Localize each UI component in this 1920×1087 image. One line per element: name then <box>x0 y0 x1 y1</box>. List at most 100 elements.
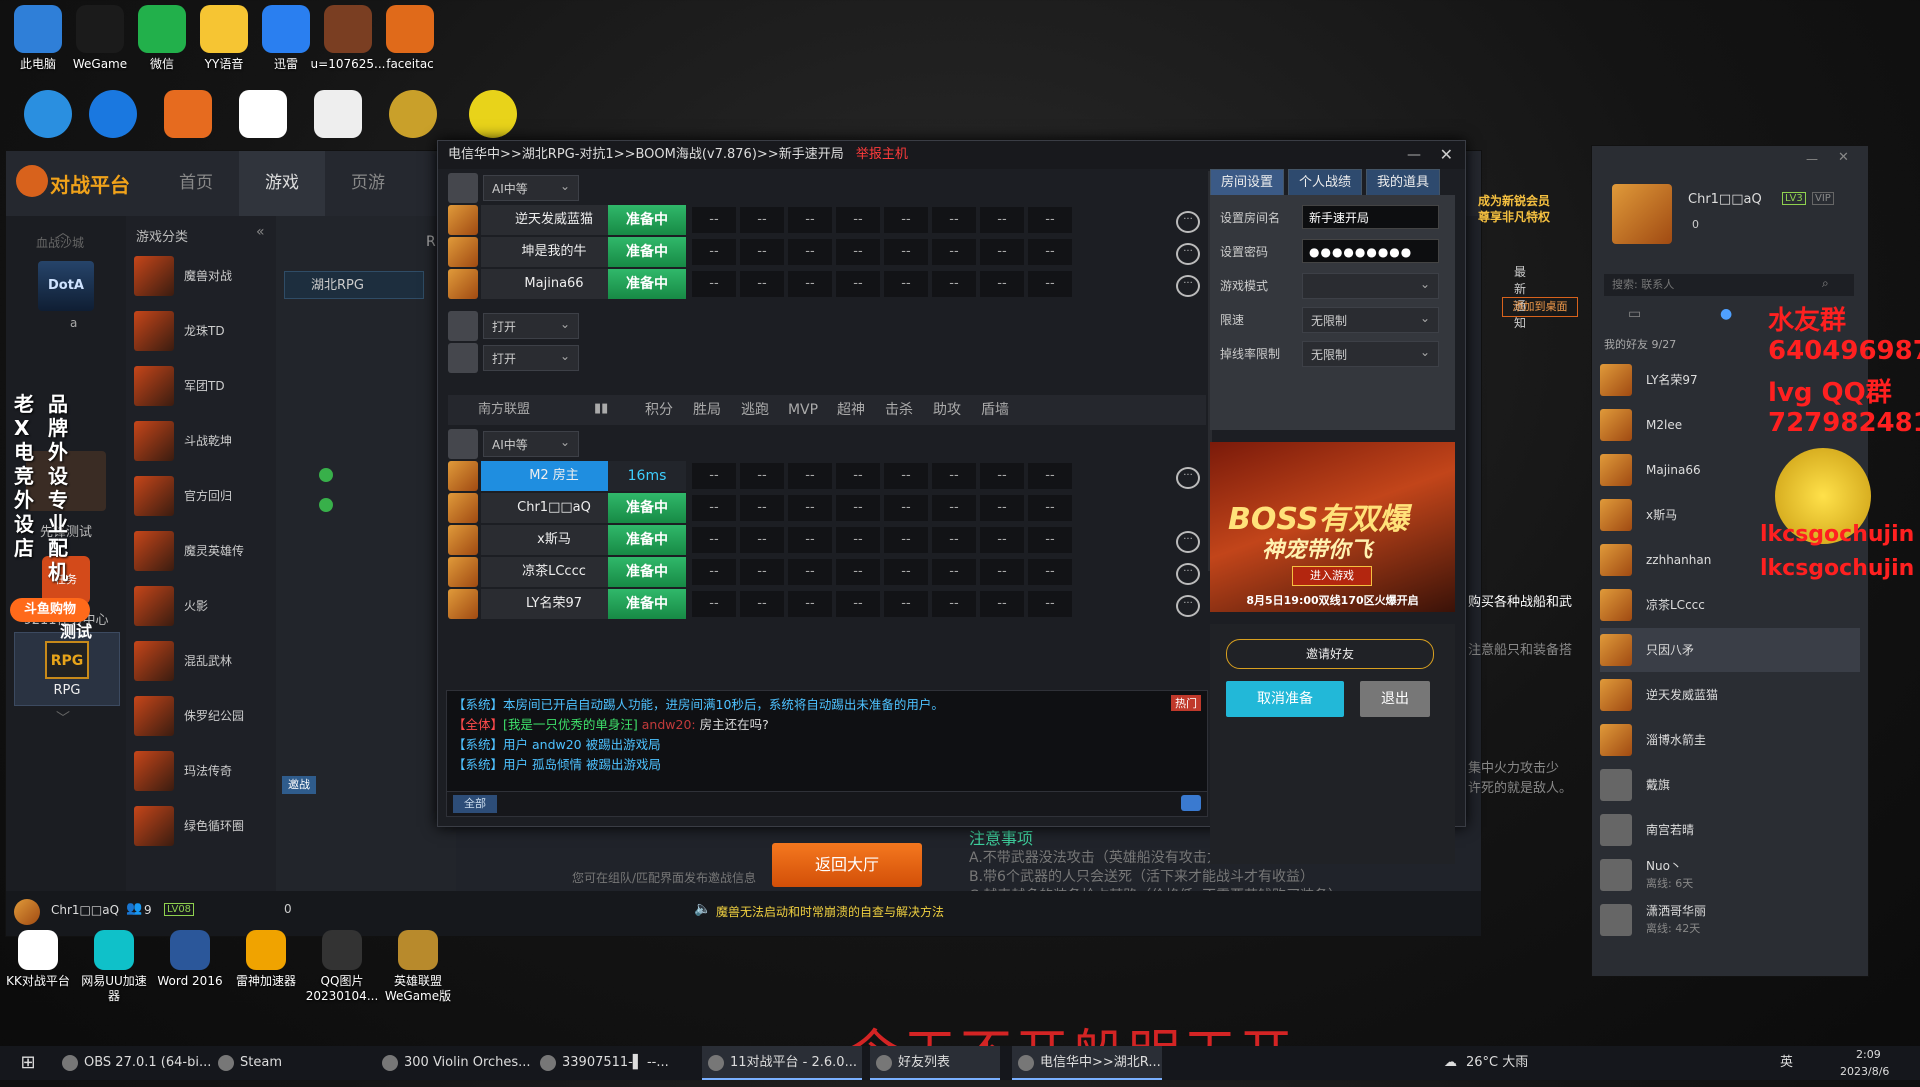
friend-item[interactable]: 只因八矛 <box>1600 628 1860 672</box>
chat-input-bar[interactable]: 全部 <box>446 791 1208 817</box>
invite-tab[interactable]: 邀战 <box>282 776 316 794</box>
minimize-icon[interactable]: — <box>1407 141 1421 169</box>
friend-item[interactable]: 逆天发威蓝猫 <box>1600 673 1860 717</box>
desktop-icon-game[interactable] <box>375 90 451 142</box>
vip-promo[interactable]: 成为新锐会员 尊享非凡特权 <box>1478 193 1598 229</box>
category-item[interactable]: 魔兽对战 <box>134 252 274 300</box>
nav-webgames[interactable]: 页游 <box>325 151 411 216</box>
category-item[interactable]: 龙珠TD <box>134 307 274 355</box>
player-avatar[interactable] <box>448 525 478 555</box>
chat-bubble-icon[interactable]: ··· <box>1176 243 1200 265</box>
category-item[interactable]: 军团TD <box>134 362 274 410</box>
desktop-icon[interactable]: 雷神加速器 <box>228 930 304 989</box>
news-ticker[interactable]: 魔兽无法启动和时常崩溃的自查与解决方法 <box>716 903 944 920</box>
category-item[interactable]: 官方回归 <box>134 472 274 520</box>
room-name-input[interactable]: 新手速开局 <box>1302 205 1439 229</box>
hot-badge[interactable]: 热门 <box>1171 695 1201 711</box>
profile-avatar[interactable] <box>1612 184 1672 244</box>
emoji-icon[interactable] <box>1181 795 1201 811</box>
desktop-icon-baidu[interactable] <box>225 90 301 142</box>
user-avatar[interactable] <box>14 899 40 925</box>
friend-group[interactable]: 我的好友 9/27 <box>1604 336 1676 352</box>
nav-home[interactable]: 首页 <box>153 151 239 216</box>
return-lobby-button[interactable]: 返回大厅 <box>772 843 922 887</box>
ime-indicator[interactable]: 英 <box>1780 1046 1793 1080</box>
dota-icon[interactable]: DotA <box>38 261 94 311</box>
search-icon[interactable]: ⌕ <box>1822 276 1829 291</box>
category-item[interactable]: 玛法传奇 <box>134 747 274 795</box>
report-host-link[interactable]: 举报主机 <box>856 147 908 162</box>
chat-sender[interactable]: andw20: <box>642 717 696 732</box>
friend-item[interactable]: 凉茶LCccc <box>1600 583 1860 627</box>
breadcrumb[interactable]: 湖北RPG <box>284 271 424 299</box>
tab-my-items[interactable]: 我的道具 <box>1366 169 1440 197</box>
close-icon[interactable]: ✕ <box>1440 141 1453 169</box>
password-input[interactable]: ●●●●●●●●● <box>1302 239 1439 263</box>
clock-date[interactable]: 2023/8/6 <box>1840 1063 1889 1080</box>
add-desktop-button[interactable]: 添加到桌面 <box>1502 297 1578 317</box>
minimize-icon[interactable]: — <box>1806 152 1818 166</box>
desktop-icon[interactable]: KK对战平台 <box>0 930 76 989</box>
taskbar-app[interactable]: OBS 27.0.1 (64-bi... <box>56 1046 211 1080</box>
mode-select[interactable] <box>1302 271 1439 299</box>
player-avatar[interactable] <box>448 205 478 235</box>
open-slot-select[interactable]: 打开 <box>483 311 579 339</box>
desktop-icon-ball[interactable] <box>455 90 531 142</box>
ranking-bar-icon[interactable]: ▮▮ <box>594 401 608 416</box>
desktop-icon-doc[interactable] <box>300 90 376 142</box>
close-icon[interactable]: ✕ <box>1838 150 1849 165</box>
player-avatar[interactable] <box>448 493 478 523</box>
chat-bubble-icon[interactable]: ··· <box>1176 531 1200 553</box>
tab-room-settings[interactable]: 房间设置 <box>1210 169 1284 197</box>
player-avatar[interactable] <box>448 237 478 267</box>
player-avatar[interactable] <box>448 461 478 491</box>
drop-select[interactable]: 无限制 <box>1302 339 1439 367</box>
friend-search-input[interactable]: 搜索: 联系人 <box>1604 274 1854 296</box>
tab-personal-stats[interactable]: 个人战绩 <box>1288 169 1362 197</box>
rail-down-icon[interactable]: ﹀ <box>56 708 70 728</box>
category-item[interactable]: 侏罗纪公园 <box>134 692 274 740</box>
chat-filter-select[interactable]: 全部 <box>453 795 497 813</box>
speed-select[interactable]: 无限制 <box>1302 305 1439 333</box>
chat-bubble-icon[interactable]: ··· <box>1176 467 1200 489</box>
collapse-icon[interactable]: « <box>256 224 265 240</box>
taskbar-app[interactable]: 300 Violin Orches... <box>376 1046 531 1080</box>
category-item[interactable]: 混乱武林 <box>134 637 274 685</box>
weather-text[interactable]: 26°C 大雨 <box>1466 1046 1528 1080</box>
player-avatar[interactable] <box>448 557 478 587</box>
friend-item[interactable]: Nuo丶 离线: 6天 <box>1600 853 1860 897</box>
friend-item[interactable]: 戴旗 <box>1600 763 1860 807</box>
chat-bubble-icon[interactable]: ··· <box>1176 563 1200 585</box>
team2-ai-select[interactable]: AI中等 <box>483 429 579 457</box>
category-item[interactable]: 魔灵英雄传 <box>134 527 274 575</box>
invite-friends-button[interactable]: 邀请好友 <box>1226 639 1434 669</box>
chat-bubble-icon[interactable]: ··· <box>1176 211 1200 233</box>
friends-icon[interactable]: 👥 <box>126 901 142 916</box>
rail-item-rpg[interactable]: RPG RPG <box>14 632 120 706</box>
cancel-ready-button[interactable]: 取消准备 <box>1226 681 1344 717</box>
chat-bubble-icon[interactable]: ··· <box>1176 595 1200 617</box>
taskbar-app[interactable]: 33907511-▌ --... <box>534 1046 694 1080</box>
category-item[interactable]: 斗战乾坤 <box>134 417 274 465</box>
ad-cta[interactable]: 进入游戏 <box>1292 566 1372 586</box>
nav-games[interactable]: 游戏 <box>239 151 325 216</box>
category-item[interactable]: 火影 <box>134 582 274 630</box>
chat-list-icon[interactable]: ▭ <box>1628 306 1641 322</box>
desktop-icon-browser[interactable] <box>75 90 151 142</box>
team1-ai-select[interactable]: AI中等 <box>483 173 579 201</box>
desktop-icon[interactable]: 网易UU加速器 <box>76 930 152 1004</box>
chat-bubble-icon[interactable]: ··· <box>1176 275 1200 297</box>
clock-time[interactable]: 2:09 <box>1856 1046 1881 1063</box>
taskbar-app[interactable]: Steam <box>212 1046 362 1080</box>
desktop-icon[interactable]: faceitac <box>372 5 448 72</box>
player-avatar[interactable] <box>448 589 478 619</box>
friend-item[interactable]: 淄博水箭圭 <box>1600 718 1860 762</box>
start-icon[interactable]: ⊞ <box>10 1046 46 1080</box>
taskbar-app[interactable]: 11对战平台 - 2.6.0... <box>702 1046 862 1080</box>
category-item[interactable]: 绿色循环圈 <box>134 802 274 850</box>
exit-button[interactable]: 退出 <box>1360 681 1430 717</box>
open-slot-select[interactable]: 打开 <box>483 343 579 371</box>
taskbar-app[interactable]: 电信华中>>湖北R... <box>1012 1046 1162 1080</box>
player-avatar[interactable] <box>448 269 478 299</box>
ad-banner[interactable]: BOSS有双爆 神宠带你飞 进入游戏 8月5日19:00双线170区火爆开启 <box>1210 442 1455 612</box>
